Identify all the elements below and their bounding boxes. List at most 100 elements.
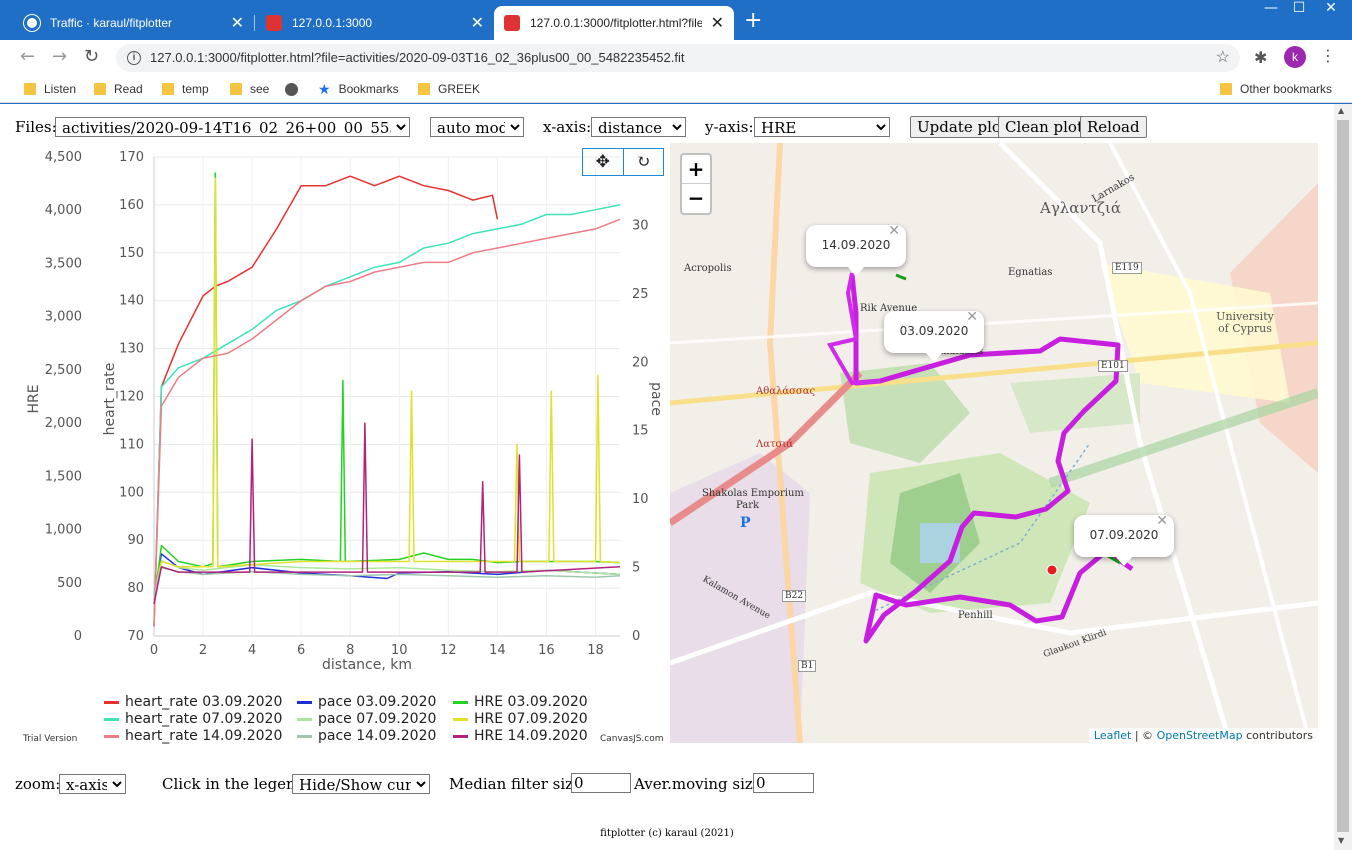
map-label: Ε101: [1098, 360, 1128, 372]
tick-label: 500: [57, 576, 82, 591]
legend-item[interactable]: pace 14.09.2020: [297, 728, 436, 744]
maximize-button[interactable]: ☐: [1284, 0, 1314, 20]
forward-button[interactable]: →: [52, 48, 67, 66]
tick-label: 10: [632, 492, 649, 507]
legend-marker: [104, 717, 119, 721]
xaxis-label: x-axis:: [543, 118, 592, 136]
bookmark-listen[interactable]: Listen: [24, 81, 76, 97]
menu-icon[interactable]: ⋮: [1320, 46, 1336, 65]
scroll-up-icon[interactable]: ▲: [1338, 106, 1344, 115]
tick-label: 30: [632, 218, 649, 233]
globe-bookmark[interactable]: [285, 81, 298, 97]
back-button[interactable]: ←: [20, 48, 35, 66]
tick-label: 2,500: [45, 363, 82, 378]
tab-title: Traffic · karaul/fitplotter: [50, 16, 173, 30]
extensions-icon[interactable]: ✱: [1254, 48, 1267, 67]
app-icon: [266, 15, 282, 31]
chart-area[interactable]: 70 80 90 100 110 120 130 140 150 160 170 0 500 1,000 1…: [14, 144, 664, 749]
legend-item[interactable]: heart_rate 14.09.2020: [104, 728, 282, 744]
map-label: Αθαλάσσας: [756, 386, 816, 397]
map-label: Penhill: [958, 610, 993, 621]
bookmark-read[interactable]: Read: [94, 81, 143, 97]
tick-label: 2: [199, 643, 207, 658]
tick-label: 20: [632, 355, 649, 370]
bookmarks-bar: Listen Read temp see ★ Bookmarks GREEK Ot…: [0, 76, 1352, 103]
tick-label: 1,000: [45, 523, 82, 538]
close-icon[interactable]: ✕: [231, 13, 244, 33]
scroll-down-icon[interactable]: ▼: [1338, 836, 1344, 845]
window-close-button[interactable]: ✕: [1316, 0, 1346, 20]
new-tab-button[interactable]: +: [744, 10, 762, 32]
scroll-thumb[interactable]: [1337, 120, 1349, 832]
legend-item[interactable]: pace 07.09.2020: [297, 711, 436, 727]
star-icon[interactable]: ☆: [1216, 44, 1230, 72]
bookmark-see[interactable]: see: [230, 81, 269, 97]
scrollbar[interactable]: ▲ ▼: [1334, 104, 1352, 850]
minimize-button[interactable]: —: [1256, 0, 1286, 20]
legend-marker: [453, 717, 468, 721]
tick-label: 3,500: [45, 256, 82, 271]
clean-plot-button[interactable]: Clean plot: [998, 116, 1090, 138]
median-filter-input[interactable]: [571, 773, 631, 793]
tab-localhost[interactable]: 127.0.0.1:3000 ✕: [256, 6, 494, 40]
osm-link[interactable]: OpenStreetMap: [1157, 729, 1243, 742]
mode-select[interactable]: auto mode: [430, 117, 524, 137]
footer: fitplotter (c) karaul (2021): [600, 828, 734, 839]
tick-label: 150: [119, 246, 144, 261]
xaxis-select[interactable]: distance: [591, 117, 686, 137]
info-icon[interactable]: i: [127, 51, 141, 65]
tab-fitplotter[interactable]: 127.0.0.1:3000/fitplotter.html?file ✕: [494, 6, 734, 40]
popup-label: 07.09.2020: [1089, 528, 1159, 542]
bookmark-label: Bookmarks: [338, 82, 399, 96]
reload-icon[interactable]: ↻: [84, 48, 99, 66]
legend-label: pace 14.09.2020: [318, 728, 437, 744]
moving-average-input[interactable]: [753, 773, 814, 793]
file-select[interactable]: activities/2020-09-14T16_02_26+00_00_553…: [55, 117, 410, 137]
bookmark-other[interactable]: Other bookmarks: [1220, 81, 1332, 97]
app-icon: [504, 15, 520, 31]
yaxis-select[interactable]: HRE: [754, 117, 890, 137]
legend-click-select[interactable]: Hide/Show curve: [292, 774, 430, 794]
map-label: Acropolis: [684, 263, 732, 274]
tick-label: 16: [538, 643, 555, 658]
bookmark-label: see: [250, 82, 270, 96]
y-axis-title: HRE: [26, 384, 42, 413]
legend-marker: [104, 700, 119, 704]
leaflet-link[interactable]: Leaflet: [1094, 729, 1131, 742]
address-bar[interactable]: i 127.0.0.1:3000/fitplotter.html?file=ac…: [116, 44, 1240, 72]
legend-item[interactable]: pace 03.09.2020: [297, 694, 436, 710]
reset-icon[interactable]: ↻: [624, 149, 664, 175]
tick-label: 160: [119, 198, 144, 213]
zoom-in-button[interactable]: +: [682, 155, 710, 184]
legend-label: HRE 03.09.2020: [474, 694, 588, 710]
bookmark-temp[interactable]: temp: [162, 81, 209, 97]
zoom-select[interactable]: x-axis: [59, 774, 126, 794]
map-label: Park: [736, 500, 760, 511]
zoom-out-button[interactable]: −: [682, 184, 710, 213]
legend-item[interactable]: HRE 14.09.2020: [453, 728, 588, 744]
map-label: Shakolas Emporium: [702, 488, 804, 499]
pan-icon[interactable]: ✥: [583, 149, 624, 175]
map-label: University of Cyprus: [1216, 310, 1274, 335]
page-content: Files: activities/2020-09-14T16_02_26+00…: [0, 104, 1334, 850]
canvasjs-credit[interactable]: CanvasJS.com: [600, 734, 663, 744]
reload-button[interactable]: Reload: [1080, 116, 1147, 138]
close-icon[interactable]: ✕: [1156, 501, 1168, 541]
close-icon[interactable]: ✕: [471, 13, 484, 33]
avatar[interactable]: k: [1284, 46, 1306, 68]
legend-item[interactable]: HRE 07.09.2020: [453, 711, 588, 727]
close-icon[interactable]: ✕: [888, 211, 900, 251]
map[interactable]: Αγλαντζιά Acropolis Rik Avenue Egnatias …: [670, 143, 1318, 743]
tab-github[interactable]: Traffic · karaul/fitplotter ✕: [14, 6, 255, 40]
close-icon[interactable]: ✕: [966, 297, 978, 337]
bookmark-greek[interactable]: GREEK: [418, 81, 480, 97]
legend-item[interactable]: heart_rate 07.09.2020: [104, 711, 282, 727]
legend-item[interactable]: HRE 03.09.2020: [453, 694, 588, 710]
map-label: Αγλαντζιά: [1040, 199, 1121, 217]
legend-marker: [297, 717, 312, 721]
close-icon[interactable]: ✕: [711, 13, 724, 33]
median-filter-label: Median filter size:: [449, 775, 587, 793]
legend-item[interactable]: heart_rate 03.09.2020: [104, 694, 282, 710]
bookmark-bookmarks[interactable]: ★ Bookmarks: [318, 81, 399, 97]
bookmark-label: Other bookmarks: [1240, 82, 1333, 96]
